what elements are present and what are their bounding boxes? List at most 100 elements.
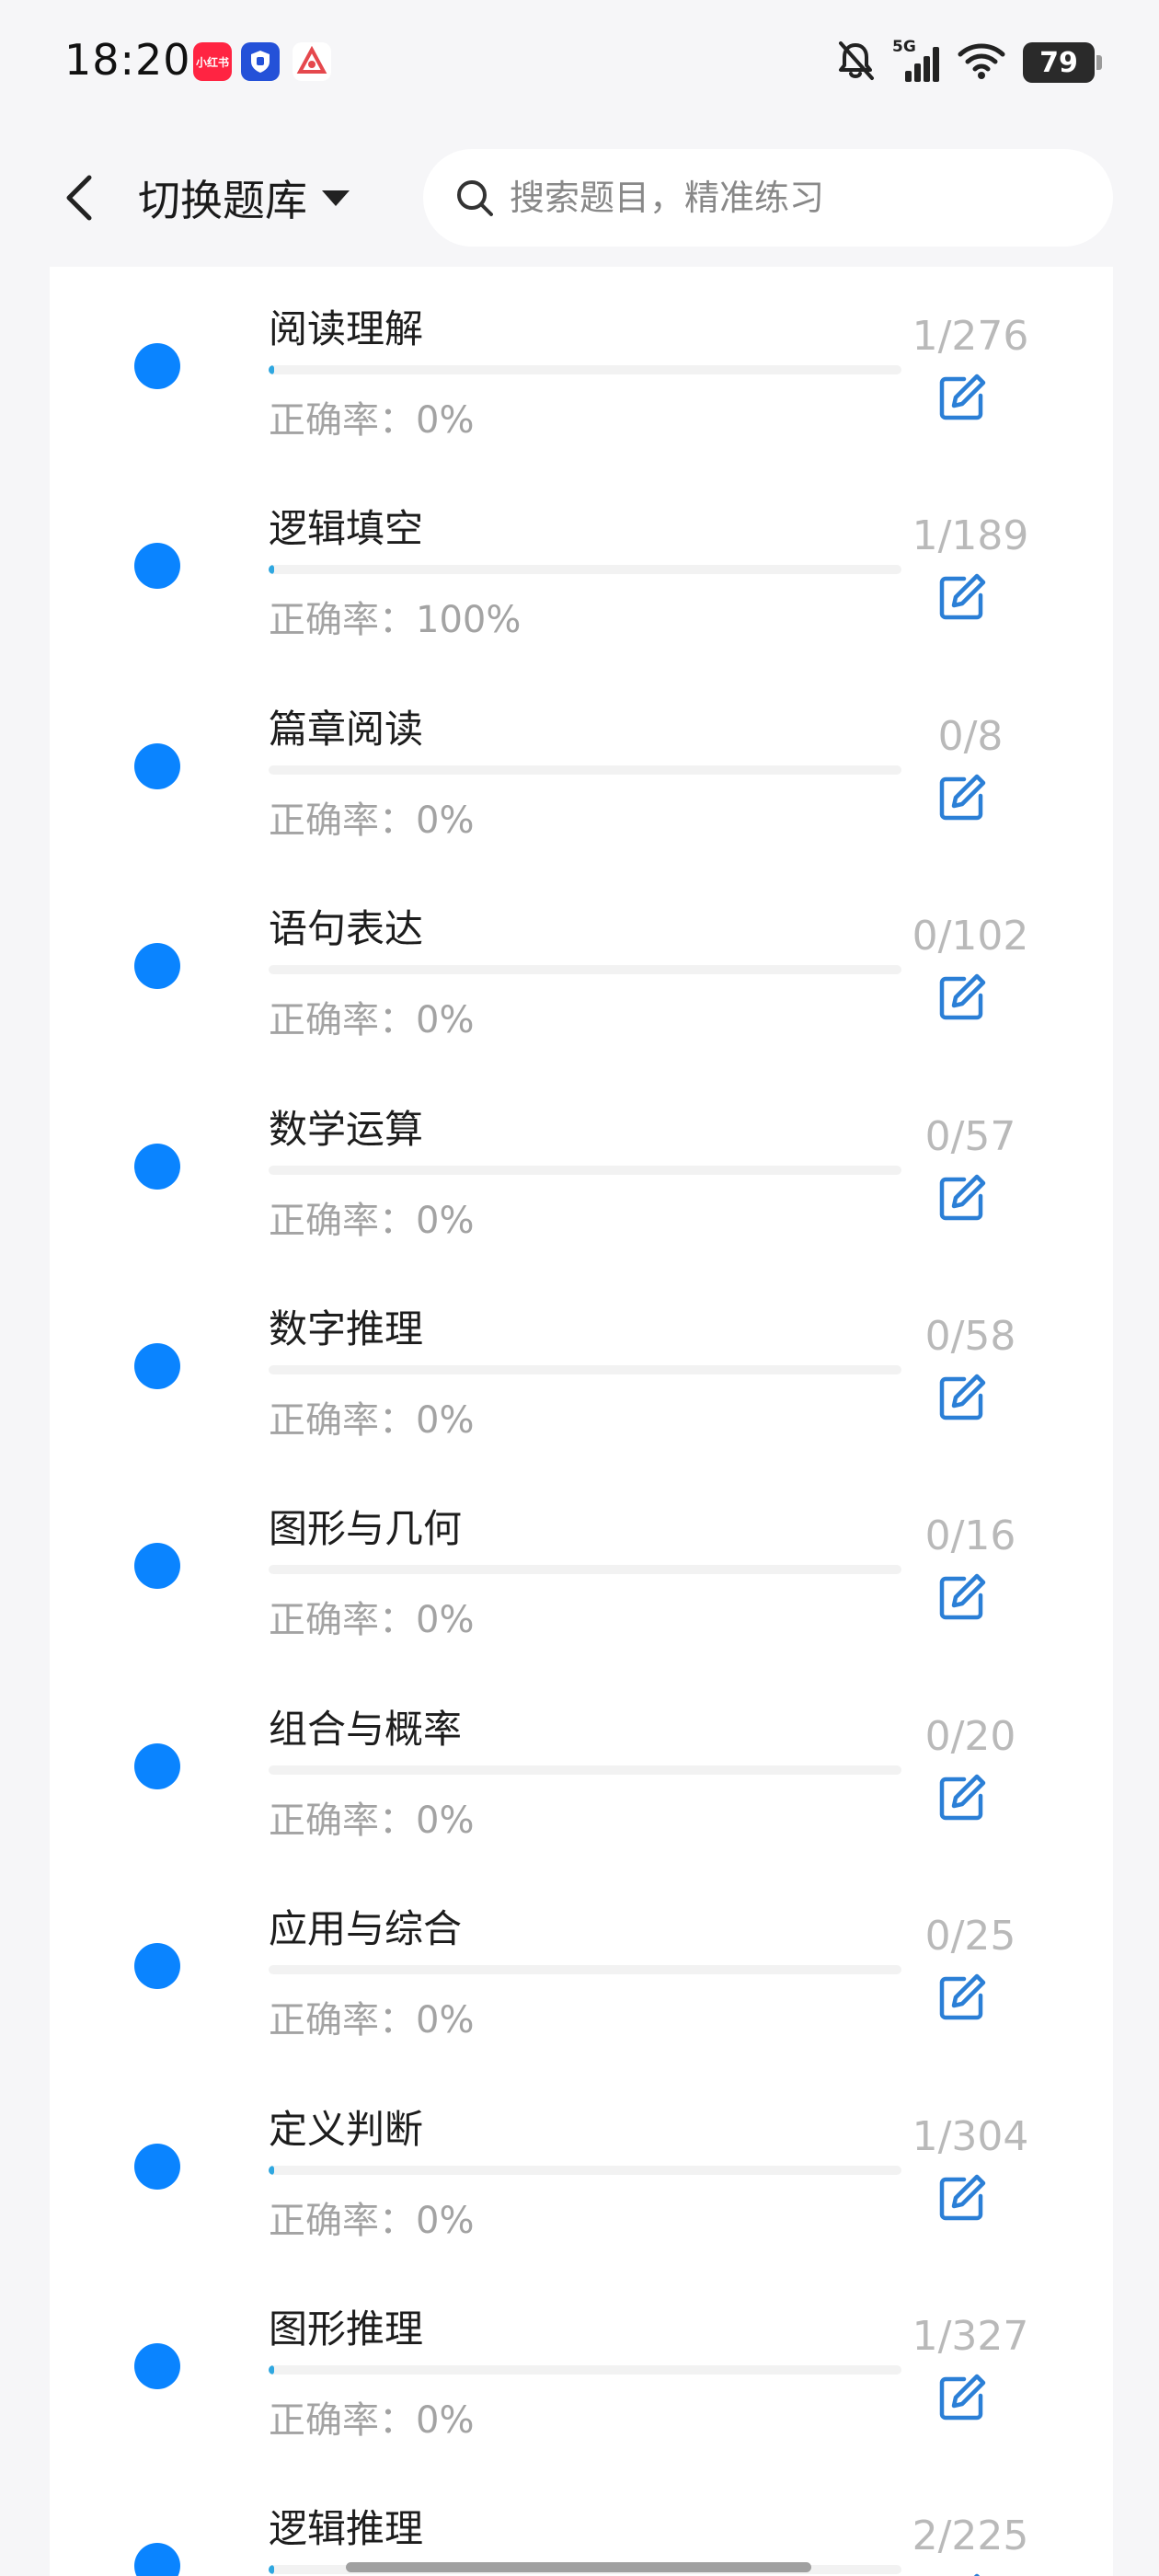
edit-icon [936,2172,988,2227]
edit-practice-button[interactable] [929,2566,995,2576]
signal-5g-icon: 5G [892,38,940,84]
edit-practice-button[interactable] [929,1566,995,1632]
shield-app-icon [241,42,280,81]
category-title: 定义判断 [269,2107,424,2152]
search-input[interactable] [510,178,1061,218]
status-time: 18:20 [64,35,191,85]
triangle-app-icon [293,42,331,81]
question-count: 0/20 [924,1713,1016,1760]
search-bar[interactable] [423,149,1113,247]
category-title: 数字推理 [269,1306,424,1351]
category-title: 数学运算 [269,1107,424,1152]
edit-practice-button[interactable] [929,1167,995,1233]
accuracy-text: 正确率：0% [269,1999,475,2041]
question-count: 0/57 [924,1113,1016,1160]
mute-bell-icon [835,40,876,86]
category-title: 图形推理 [269,2306,424,2352]
status-dot-icon [134,2543,180,2576]
progress-bar [269,765,901,775]
question-count: 1/189 [912,512,1029,559]
status-dot-icon [134,1743,180,1789]
category-title: 篇章阅读 [269,707,424,752]
edit-icon [936,2372,988,2427]
accuracy-text: 正确率：0% [269,1399,475,1442]
category-title: 图形与几何 [269,1506,463,1551]
chevron-left-icon [66,175,92,221]
switch-bank-label: 切换题库 [138,176,307,225]
progress-bar [269,1765,901,1775]
status-dot-icon [134,1543,180,1589]
status-dot-icon [134,1144,180,1190]
category-title: 逻辑填空 [269,506,424,551]
category-row[interactable]: 阅读理解 正确率：0% 1/276 [50,267,1113,466]
category-row[interactable]: 图形推理 正确率：0% 1/327 [50,2267,1113,2467]
progress-fill [269,2565,275,2574]
question-count: 0/25 [924,1913,1016,1960]
progress-fill [269,2166,275,2175]
category-row[interactable]: 应用与综合正确率：0% 0/25 [50,1867,1113,2066]
status-dot-icon [134,343,180,389]
accuracy-text: 正确率：0% [269,2399,475,2442]
accuracy-text: 正确率：0% [269,1800,475,1842]
search-icon [457,180,493,216]
status-dot-icon [134,1943,180,1989]
category-title: 阅读理解 [269,306,424,351]
accuracy-text: 正确率：0% [269,2200,475,2242]
edit-practice-button[interactable] [929,966,995,1032]
edit-icon [936,972,988,1027]
edit-icon [936,1772,988,1827]
question-count: 0/8 [937,713,1004,760]
header: 切换题库 [0,129,1159,267]
progress-bar [269,2166,901,2175]
edit-practice-button[interactable] [929,1966,995,2032]
edit-practice-button[interactable] [929,1766,995,1833]
accuracy-text: 正确率：0% [269,1599,475,1641]
status-dot-icon [134,543,180,589]
edit-icon [936,1972,988,2027]
question-count: 0/102 [912,913,1029,960]
category-row[interactable]: 定义判断 正确率：0% 1/304 [50,2067,1113,2267]
network-label: 5G [892,38,916,56]
home-indicator[interactable] [346,2562,811,2572]
category-row[interactable]: 数字推理正确率：0% 0/58 [50,1267,1113,1466]
system-icons: 5G 79 [835,37,1102,88]
category-title: 应用与综合 [269,1906,463,1951]
category-row[interactable]: 篇章阅读 正确率：0% 0/8 [50,667,1113,867]
edit-practice-button[interactable] [929,566,995,632]
question-count: 0/16 [924,1512,1016,1559]
progress-bar [269,565,901,574]
accuracy-text: 正确率：0% [269,999,475,1041]
edit-practice-button[interactable] [929,366,995,432]
edit-icon [936,2571,988,2576]
page: 18:20 小红书 5G 79 切换题库 搜索题目，精准练习 阅读理解 正确率：… [0,0,1159,2576]
edit-icon [936,1571,988,1627]
category-row[interactable]: 数学运算 正确率：0% 0/57 [50,1067,1113,1267]
status-dot-icon [134,743,180,789]
battery-icon: 79 [1023,42,1102,83]
wifi-icon [957,41,1006,84]
question-count: 0/58 [924,1313,1016,1360]
edit-practice-button[interactable] [929,1366,995,1432]
edit-icon [936,772,988,827]
back-button[interactable] [48,166,112,230]
category-row[interactable]: 图形与几何正确率：0% 0/16 [50,1466,1113,1666]
progress-bar [269,1965,901,1974]
status-dot-icon [134,2343,180,2389]
edit-practice-button[interactable] [929,2366,995,2432]
category-row[interactable]: 逻辑推理 2/225 [50,2467,1113,2576]
category-title: 语句表达 [269,906,424,951]
status-bar: 18:20 小红书 5G 79 [0,0,1159,129]
edit-practice-button[interactable] [929,2167,995,2233]
edit-icon [936,1372,988,1427]
progress-bar [269,1166,901,1175]
edit-practice-button[interactable] [929,766,995,833]
category-title: 逻辑推理 [269,2506,424,2551]
category-row[interactable]: 逻辑填空正确率：100% 1/189 [50,466,1113,666]
category-row[interactable]: 语句表达正确率：0% 0/102 [50,867,1113,1066]
accuracy-text: 正确率：100% [269,599,522,641]
category-row[interactable]: 组合与概率 正确率：0% 0/20 [50,1667,1113,1867]
progress-bar [269,1365,901,1374]
switch-question-bank-button[interactable]: 切换题库 [138,167,351,228]
xiaohongshu-app-icon: 小红书 [193,42,232,81]
caret-down-icon [322,190,350,206]
